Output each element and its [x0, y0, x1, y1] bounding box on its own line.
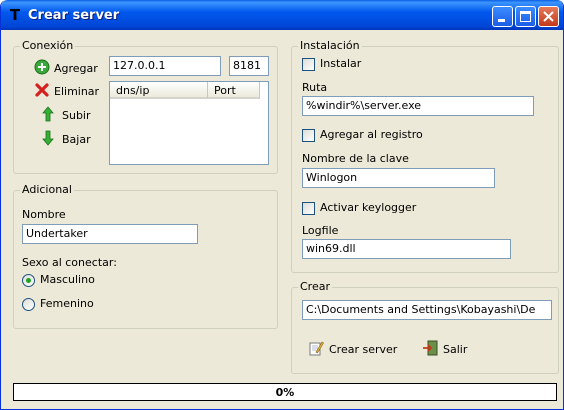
title-bar[interactable]: T Crear server	[1, 0, 563, 30]
nombre-input[interactable]: Undertaker	[22, 224, 198, 244]
sexo-label: Sexo al conectar:	[22, 256, 117, 269]
subir-button[interactable]: Subir	[42, 106, 102, 126]
registro-label[interactable]: Agregar al registro	[320, 128, 423, 141]
port-input[interactable]: 8181	[229, 56, 269, 76]
subir-label: Subir	[62, 109, 91, 122]
registro-checkbox[interactable]	[302, 129, 315, 142]
column-header-dnsip[interactable]: dns/ip	[110, 82, 208, 99]
app-icon: T	[9, 6, 21, 24]
nombre-label: Nombre	[22, 208, 66, 221]
progress-bar: 0%	[13, 383, 557, 401]
adicional-legend: Adicional	[20, 183, 74, 196]
femenino-radio[interactable]	[22, 298, 35, 311]
clave-label: Nombre de la clave	[302, 152, 409, 165]
bajar-label: Bajar	[62, 133, 91, 146]
red-x-icon	[35, 83, 49, 97]
conexion-legend: Conexión	[20, 39, 76, 52]
logfile-input[interactable]: win69.dll	[302, 239, 511, 259]
instalar-label[interactable]: Instalar	[320, 57, 361, 70]
keylogger-label[interactable]: Activar keylogger	[320, 201, 416, 214]
maximize-button[interactable]	[515, 6, 536, 27]
instalacion-group: Instalación Instalar Ruta %windir%\serve…	[291, 39, 559, 273]
conexion-group: Conexión Agregar Eliminar Subir Bajar 12…	[13, 39, 278, 174]
bajar-button[interactable]: Bajar	[42, 130, 102, 150]
plus-circle-icon	[34, 59, 50, 75]
femenino-label[interactable]: Femenino	[40, 297, 94, 310]
progress-text: 0%	[275, 386, 295, 399]
window-title: Crear server	[28, 8, 120, 23]
crear-server-label: Crear server	[329, 343, 398, 356]
logfile-label: Logfile	[302, 224, 339, 237]
servers-list[interactable]: dns/ip Port	[109, 81, 269, 165]
keylogger-checkbox[interactable]	[302, 202, 315, 215]
instalar-checkbox[interactable]	[302, 58, 315, 71]
ruta-input[interactable]: %windir%\server.exe	[302, 96, 534, 116]
green-down-arrow-icon	[42, 130, 54, 146]
close-button[interactable]	[538, 6, 559, 27]
salir-label: Salir	[443, 343, 468, 356]
crear-group: Crear C:\Documents and Settings\Kobayash…	[291, 280, 559, 374]
clave-input[interactable]: Winlogon	[302, 168, 495, 188]
column-header-port[interactable]: Port	[208, 82, 260, 99]
salir-button[interactable]: Salir	[422, 340, 482, 360]
exit-door-icon	[423, 340, 438, 356]
crear-server-button[interactable]: Crear server	[308, 340, 408, 360]
create-server-window: T Crear server Conexión Agregar Eliminar	[0, 0, 564, 410]
minimize-button[interactable]	[492, 6, 513, 27]
instalacion-legend: Instalación	[298, 39, 362, 52]
crear-legend: Crear	[298, 280, 332, 293]
ruta-label: Ruta	[302, 81, 328, 94]
masculino-label[interactable]: Masculino	[40, 273, 95, 286]
close-icon	[543, 11, 554, 22]
agregar-button[interactable]: Agregar	[34, 59, 104, 79]
notepad-pencil-icon	[309, 341, 324, 356]
output-path-input[interactable]: C:\Documents and Settings\Kobayashi\De	[302, 300, 552, 320]
eliminar-label: Eliminar	[54, 85, 100, 98]
minimize-icon	[498, 19, 505, 22]
green-up-arrow-icon	[42, 106, 54, 122]
maximize-icon	[520, 11, 531, 22]
adicional-group: Adicional Nombre Undertaker Sexo al cone…	[13, 183, 278, 329]
host-input[interactable]: 127.0.0.1	[109, 56, 221, 76]
masculino-radio[interactable]	[22, 274, 35, 287]
agregar-label: Agregar	[54, 62, 98, 75]
eliminar-button[interactable]: Eliminar	[34, 82, 104, 102]
